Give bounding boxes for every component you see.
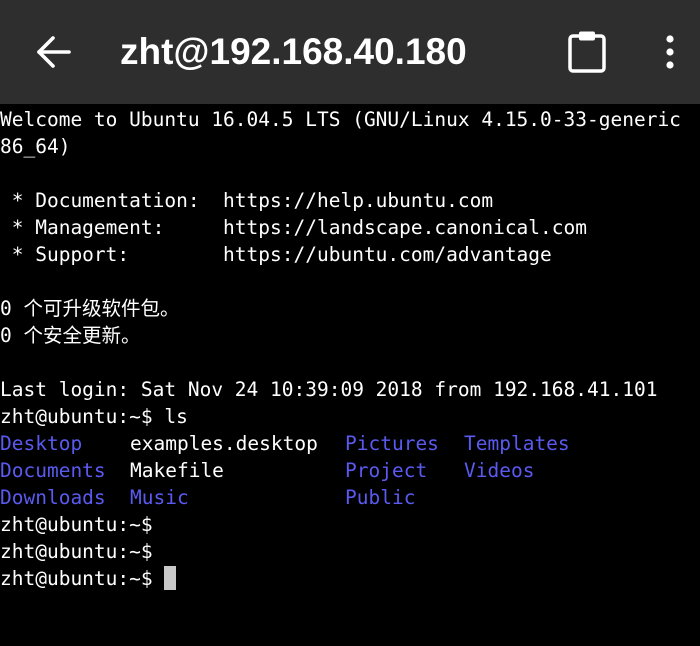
ls-entry-file: Makefile bbox=[130, 459, 224, 482]
terminal-line: Last login: Sat Nov 24 10:39:09 2018 fro… bbox=[0, 378, 658, 401]
ls-entry-file: examples.desktop bbox=[130, 432, 318, 455]
ls-entry-directory: Pictures bbox=[345, 432, 439, 455]
ls-entry-directory: Documents bbox=[0, 459, 106, 482]
ls-entry-directory: Templates bbox=[464, 432, 570, 455]
terminal-line: * Documentation: https://help.ubuntu.com bbox=[0, 189, 494, 212]
ls-entry-directory: Downloads bbox=[0, 486, 106, 509]
terminal-output[interactable]: Welcome to Ubuntu 16.04.5 LTS (GNU/Linux… bbox=[0, 104, 700, 646]
terminal-line: * Support: https://ubuntu.com/advantage bbox=[0, 243, 552, 266]
terminal-cursor bbox=[164, 566, 177, 590]
prompt-line: zht@ubuntu:~$ bbox=[0, 540, 153, 563]
terminal-line: * Management: https://landscape.canonica… bbox=[0, 216, 587, 239]
back-button[interactable] bbox=[22, 22, 86, 82]
ls-entry-directory: Public bbox=[345, 486, 416, 509]
ls-entry-directory: Music bbox=[130, 486, 189, 509]
active-prompt-line[interactable]: zht@ubuntu:~$ bbox=[0, 565, 177, 592]
terminal-line: Welcome to Ubuntu 16.04.5 LTS (GNU/Linux… bbox=[0, 108, 681, 131]
page-title: zht@192.168.40.180 bbox=[120, 31, 467, 72]
more-vert-icon bbox=[666, 35, 674, 69]
app-bar: zht@192.168.40.180 bbox=[0, 0, 700, 104]
ls-entry-directory: Project bbox=[345, 459, 428, 482]
ls-entry-directory: Desktop bbox=[0, 432, 83, 455]
prompt-line: zht@ubuntu:~$ bbox=[0, 513, 153, 536]
clipboard-button[interactable] bbox=[556, 22, 618, 82]
clipboard-icon bbox=[568, 31, 606, 73]
terminal-line: zht@ubuntu:~$ ls bbox=[0, 405, 188, 428]
terminal-line: 0 个可升级软件包。 bbox=[0, 297, 180, 320]
more-options-button[interactable] bbox=[648, 22, 692, 82]
terminal-line: 86_64) bbox=[0, 135, 71, 158]
ls-entry-directory: Videos bbox=[464, 459, 535, 482]
arrow-left-icon bbox=[37, 36, 71, 68]
terminal-line: 0 个安全更新。 bbox=[0, 324, 141, 347]
prompt-text: zht@ubuntu:~$ bbox=[0, 567, 165, 590]
